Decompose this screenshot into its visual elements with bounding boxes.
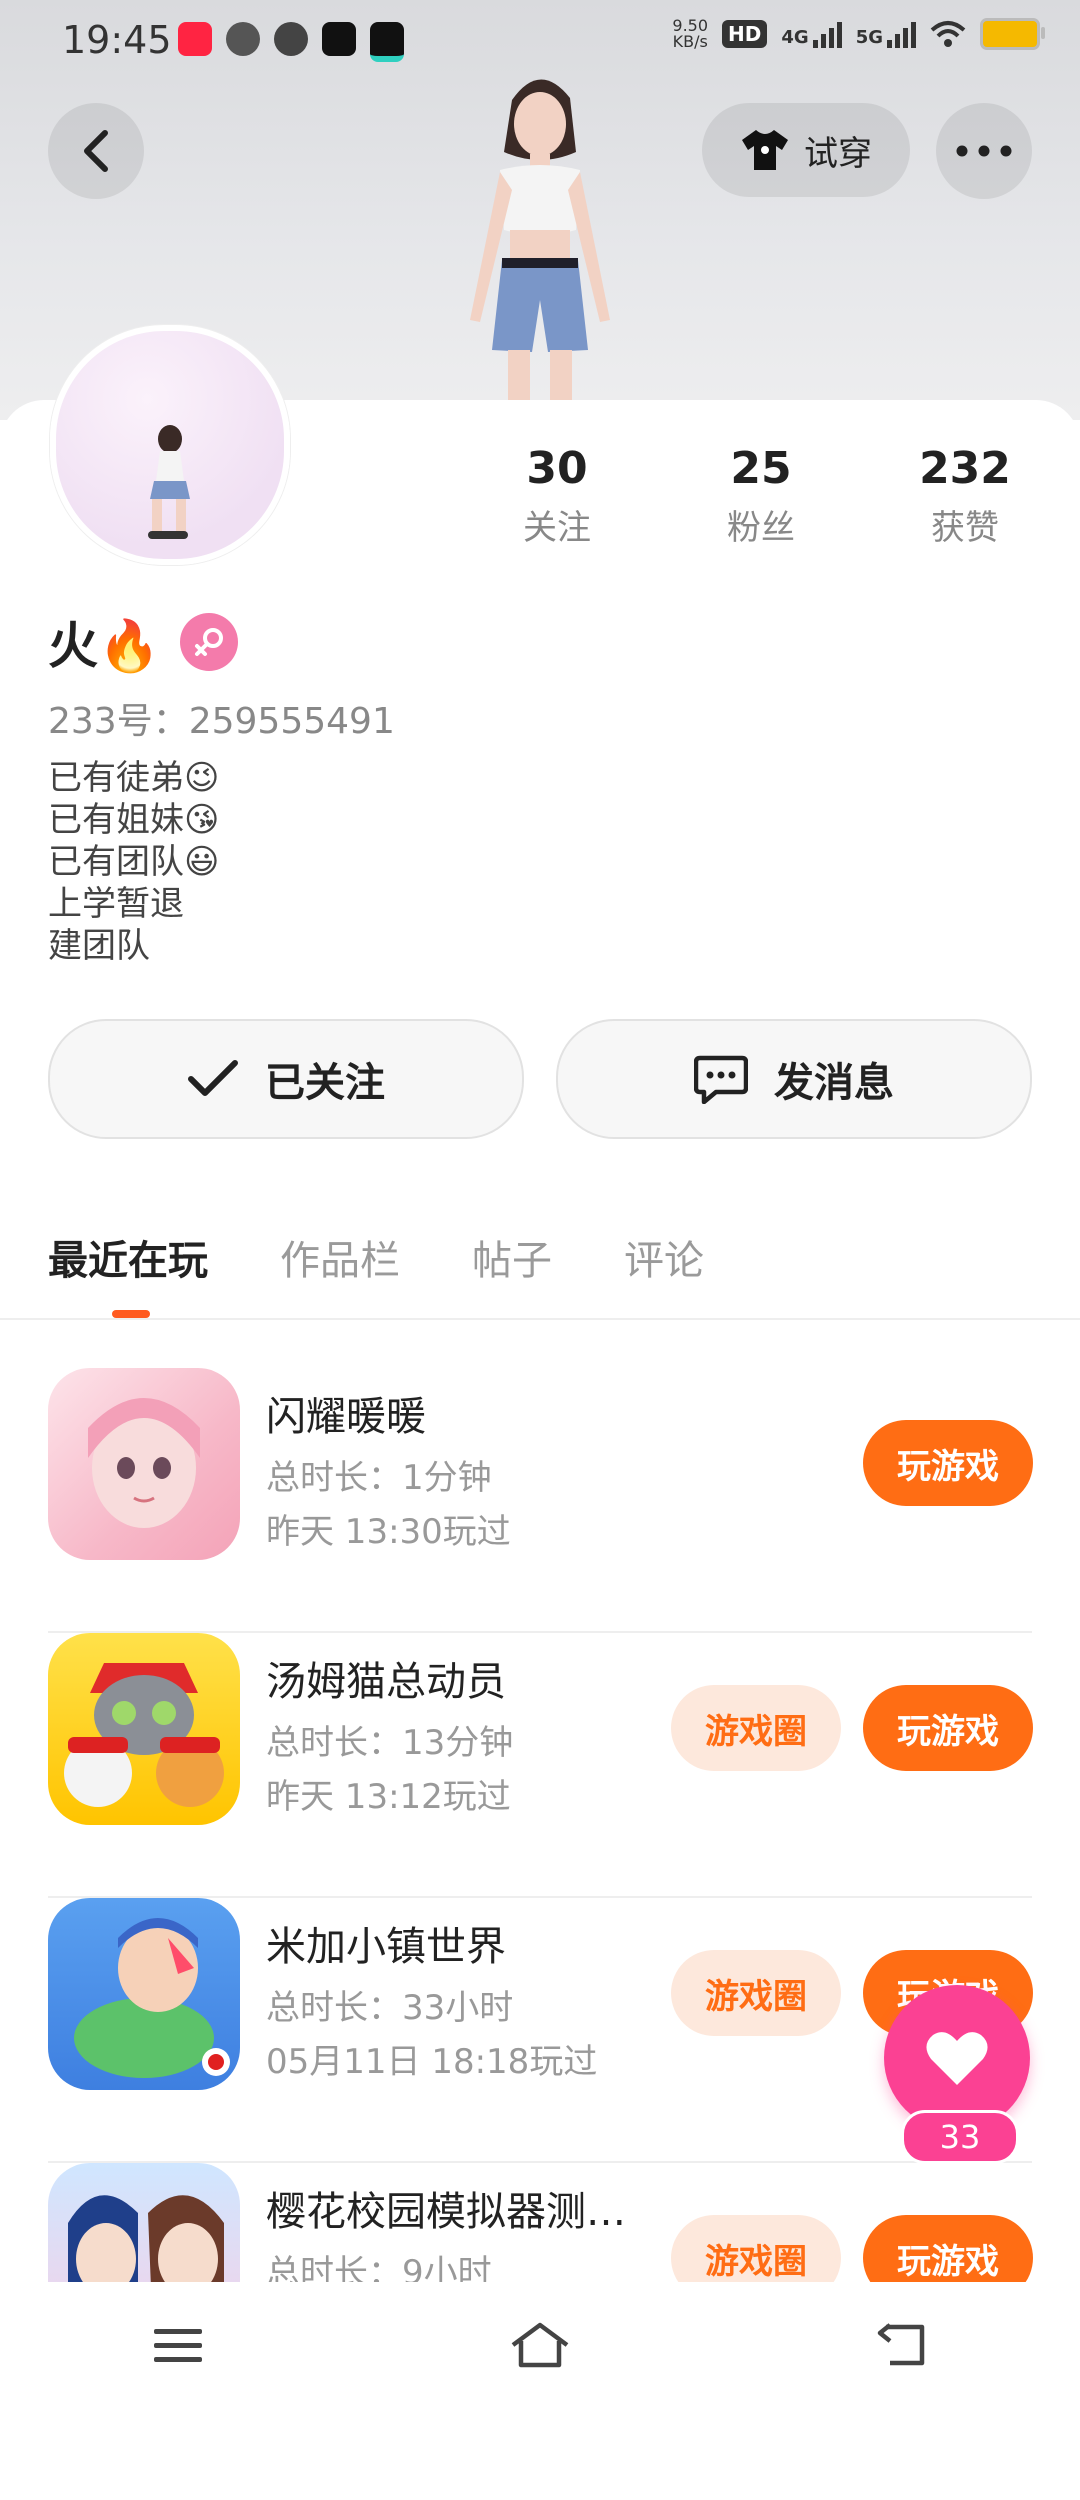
app-icon bbox=[370, 22, 404, 62]
more-dots-icon bbox=[956, 145, 1012, 157]
stat-fans-label: 粉丝 bbox=[727, 508, 795, 548]
stat-following-value: 30 bbox=[526, 443, 588, 494]
status-right-icons: 9.50 KB/s HD 4G 5G bbox=[672, 16, 1045, 51]
game-title: 樱花校园模拟器测… bbox=[266, 2189, 626, 2235]
bio-line: 上学暂退 bbox=[48, 884, 184, 924]
home-icon[interactable] bbox=[509, 2321, 571, 2369]
signal-5g-icon: 5G bbox=[856, 20, 916, 48]
game-icon-shining-nikki[interactable] bbox=[48, 1368, 240, 1560]
wifi-icon bbox=[930, 21, 966, 47]
stat-fans[interactable]: 25 粉丝 bbox=[691, 443, 831, 549]
stat-likes[interactable]: 232 获赞 bbox=[895, 443, 1035, 549]
play-game-button[interactable]: 玩游戏 bbox=[863, 1420, 1033, 1506]
game-circle-button[interactable]: 游戏圈 bbox=[671, 1685, 841, 1771]
avatar-figure bbox=[148, 425, 190, 539]
list-item[interactable]: 闪耀暖暖 总时长：1分钟 昨天 13:30玩过 玩游戏 bbox=[48, 1368, 1080, 1633]
try-on-button[interactable]: 试穿 bbox=[702, 103, 910, 197]
hd-icon: HD bbox=[722, 20, 768, 48]
back-button[interactable] bbox=[48, 103, 144, 199]
like-count-badge: 33 bbox=[901, 2110, 1019, 2164]
battery-icon bbox=[980, 18, 1045, 50]
tabs-divider bbox=[0, 1318, 1080, 1320]
send-message-button[interactable]: 发消息 bbox=[556, 1019, 1032, 1139]
try-on-label: 试穿 bbox=[804, 133, 872, 174]
bio-line: 已有徒弟😉 bbox=[48, 758, 220, 798]
game-title: 闪耀暖暖 bbox=[266, 1394, 426, 1440]
character-avatar-3d[interactable] bbox=[400, 60, 680, 420]
heart-icon bbox=[926, 2032, 988, 2085]
profile-name: 火🔥 bbox=[48, 617, 161, 675]
chevron-left-icon bbox=[84, 130, 108, 172]
female-gender-icon bbox=[180, 613, 239, 671]
xiaohongshu-icon bbox=[178, 22, 212, 56]
list-item[interactable]: 樱花校园模拟器测… 总时长：9小时 游戏圈 玩游戏 bbox=[48, 2163, 1080, 2282]
stat-following-label: 关注 bbox=[523, 508, 591, 548]
game-icon-tom-cat[interactable] bbox=[48, 1633, 240, 1825]
gauge-icon bbox=[274, 22, 308, 56]
tab-works[interactable]: 作品栏 bbox=[280, 1228, 400, 1286]
game-circle-button[interactable]: 游戏圈 bbox=[671, 2215, 841, 2282]
stat-likes-value: 232 bbox=[919, 443, 1011, 494]
game-title: 米加小镇世界 bbox=[266, 1924, 506, 1970]
chat-bubble-icon bbox=[694, 1055, 748, 1104]
list-item[interactable]: 汤姆猫总动员 总时长：13分钟 昨天 13:12玩过 游戏圈 玩游戏 bbox=[48, 1633, 1080, 1898]
menu-icon[interactable] bbox=[152, 2325, 204, 2365]
signal-4g-icon: 4G bbox=[781, 20, 842, 48]
send-message-label: 发消息 bbox=[774, 1060, 894, 1106]
capcut-icon bbox=[322, 22, 356, 56]
game-duration: 总时长：1分钟 bbox=[266, 1458, 492, 1498]
followed-label: 已关注 bbox=[265, 1060, 385, 1106]
check-icon bbox=[188, 1060, 238, 1096]
game-duration: 总时长：33小时 bbox=[266, 1988, 514, 2028]
bio-line: 已有姐妹😘 bbox=[48, 800, 220, 840]
net-speed: 9.50 KB/s bbox=[672, 16, 709, 51]
game-circle-button[interactable]: 游戏圈 bbox=[671, 1950, 841, 2036]
back-nav-icon[interactable] bbox=[876, 2323, 928, 2367]
bio-line: 建团队 bbox=[48, 926, 150, 966]
stat-following[interactable]: 30 关注 bbox=[487, 443, 627, 549]
more-button[interactable] bbox=[936, 103, 1032, 199]
avatar[interactable] bbox=[50, 325, 290, 565]
stat-likes-label: 获赞 bbox=[931, 508, 999, 548]
profile-tabs: 最近在玩 作品栏 帖子 评论 bbox=[48, 1228, 704, 1286]
play-game-button[interactable]: 玩游戏 bbox=[863, 2215, 1033, 2282]
cat-icon bbox=[226, 22, 260, 56]
system-nav-bar bbox=[0, 2282, 1080, 2408]
game-icon-sakura-school[interactable] bbox=[48, 2163, 240, 2282]
followed-button[interactable]: 已关注 bbox=[48, 1019, 524, 1139]
game-title: 汤姆猫总动员 bbox=[266, 1659, 506, 1705]
game-last-played: 昨天 13:30玩过 bbox=[266, 1512, 511, 1552]
status-app-icons bbox=[178, 22, 404, 62]
game-last-played: 05月11日 18:18玩过 bbox=[266, 2042, 598, 2082]
game-last-played: 昨天 13:12玩过 bbox=[266, 1777, 511, 1817]
user-id: 233号：259555491 bbox=[48, 701, 395, 742]
bio-line: 已有团队😃 bbox=[48, 842, 220, 882]
game-duration: 总时长：13分钟 bbox=[266, 1723, 514, 1763]
tab-indicator bbox=[112, 1310, 150, 1318]
status-time: 19:45 bbox=[62, 18, 172, 62]
game-icon-miga-town[interactable] bbox=[48, 1898, 240, 2090]
game-duration: 总时长：9小时 bbox=[266, 2253, 492, 2282]
tab-posts[interactable]: 帖子 bbox=[472, 1228, 552, 1286]
bio: 已有徒弟😉 已有姐妹😘 已有团队😃 上学暂退 建团队 bbox=[48, 757, 219, 967]
play-game-button[interactable]: 玩游戏 bbox=[863, 1685, 1033, 1771]
tshirt-icon bbox=[742, 130, 788, 170]
stat-fans-value: 25 bbox=[730, 443, 792, 494]
tab-comments[interactable]: 评论 bbox=[624, 1228, 704, 1286]
profile-name-row: 火🔥 bbox=[48, 606, 239, 678]
tab-recent[interactable]: 最近在玩 bbox=[48, 1228, 208, 1286]
